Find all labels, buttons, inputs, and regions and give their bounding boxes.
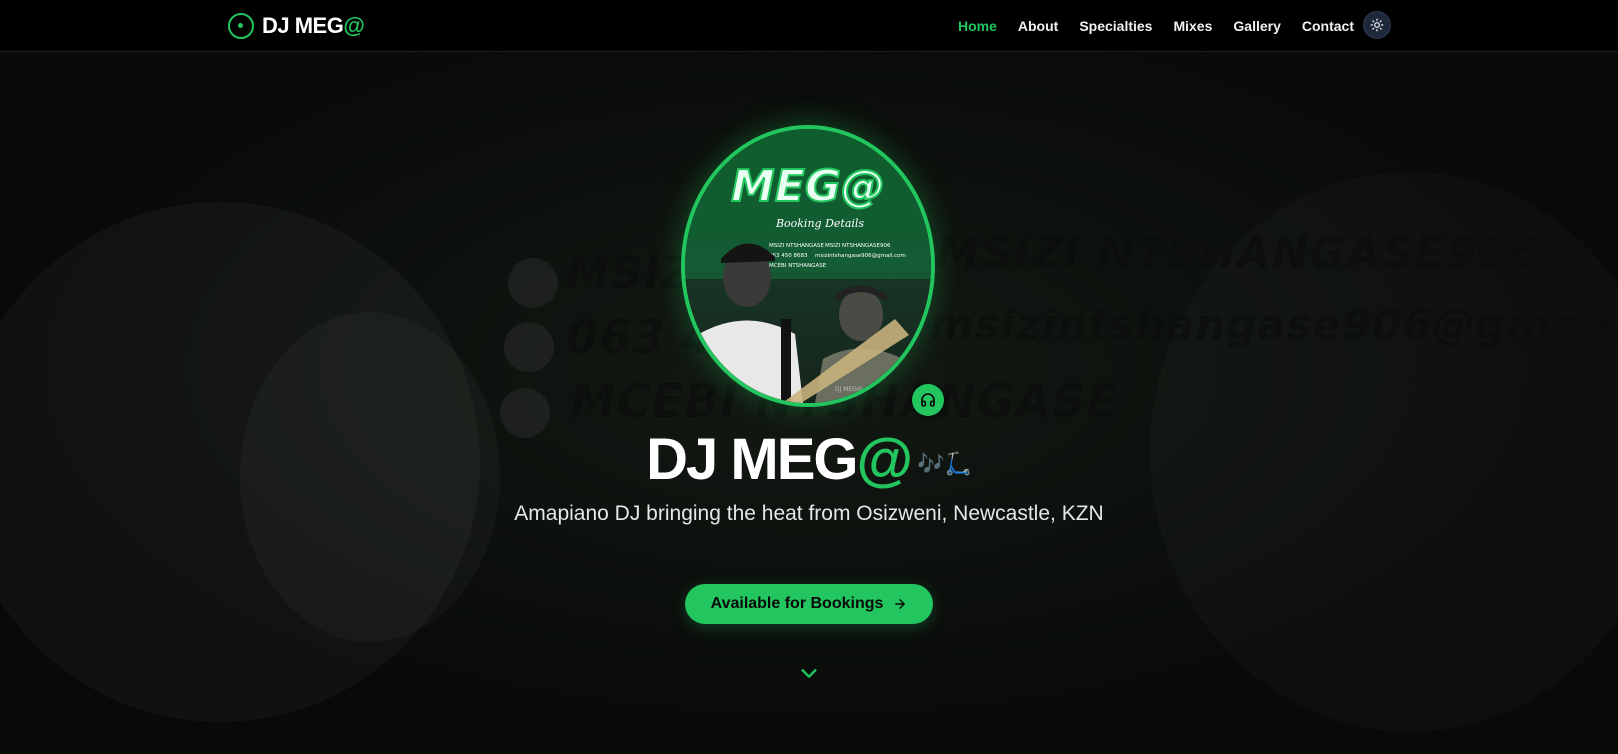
cta-label: Available for Bookings bbox=[710, 595, 884, 612]
hero-title-main: DJ MEG bbox=[646, 427, 858, 492]
poster-contact-line: MSIZI NTSHANGASE906 bbox=[825, 243, 891, 249]
brand-name: DJ MEG@ bbox=[262, 13, 365, 38]
nav-links: Home About Specialties Mixes Gallery Con… bbox=[958, 14, 1354, 38]
theme-toggle-button[interactable] bbox=[1363, 11, 1391, 39]
bg-text-line: msizintshangase906@gmail.com bbox=[930, 300, 1618, 349]
arrow-right-icon bbox=[895, 599, 906, 609]
headphones-badge bbox=[912, 384, 944, 416]
nav-item-home[interactable]: Home bbox=[958, 18, 997, 34]
nav-item-gallery[interactable]: Gallery bbox=[1233, 18, 1280, 34]
chevron-down-icon bbox=[801, 669, 817, 678]
poster-script-text: Booking Details bbox=[775, 217, 864, 230]
scroll-down-button[interactable] bbox=[798, 662, 820, 684]
bg-text-line: MSIZI NTSHANGASE906 bbox=[936, 228, 1541, 279]
brand-accent: @ bbox=[343, 13, 365, 38]
dj-avatar-image: MEG@ Booking Details MSIZI NTSHANGASE MS… bbox=[681, 125, 935, 407]
poster-contact-line: MSIZI NTSHANGASE bbox=[769, 243, 824, 249]
music-emoji-icon: 🎶🛴 bbox=[917, 450, 972, 476]
nav-item-contact[interactable]: Contact bbox=[1302, 18, 1354, 34]
hero-subtitle: Amapiano DJ bringing the heat from Osizw… bbox=[514, 502, 1104, 525]
avatar-poster-art: MEG@ Booking Details MSIZI NTSHANGASE MS… bbox=[685, 129, 931, 403]
hero-section: MSIZI N MSIZI NTSHANGASE906 063 450 msiz… bbox=[0, 52, 1618, 754]
hero-title: DJ MEG@ 🎶🛴 bbox=[0, 425, 1618, 495]
hero-title-accent: @ bbox=[856, 427, 914, 492]
nav-item-specialties[interactable]: Specialties bbox=[1079, 18, 1152, 34]
navbar: DJ MEG@ Home About Specialties Mixes Gal… bbox=[0, 0, 1618, 52]
disc-icon bbox=[228, 13, 254, 39]
headphones-icon bbox=[921, 393, 935, 407]
nav-item-mixes[interactable]: Mixes bbox=[1173, 18, 1212, 34]
nav-item-about[interactable]: About bbox=[1018, 18, 1058, 34]
brand-logo-link[interactable]: DJ MEG@ bbox=[228, 12, 365, 40]
sun-icon bbox=[1370, 18, 1384, 32]
page: DJ MEG@ Home About Specialties Mixes Gal… bbox=[0, 0, 1618, 754]
avatar-wrapper: MEG@ Booking Details MSIZI NTSHANGASE MS… bbox=[681, 125, 937, 409]
poster-contact-line: msizintshangase906@gmail.com bbox=[815, 253, 906, 259]
poster-logo-text: MEG@ bbox=[731, 161, 885, 212]
bookings-cta-button[interactable]: Available for Bookings bbox=[685, 584, 933, 624]
poster-contact-line: MCEBI NTSHANGASE bbox=[769, 263, 827, 269]
poster-footer-text: DJ MEG@ bbox=[835, 386, 863, 393]
